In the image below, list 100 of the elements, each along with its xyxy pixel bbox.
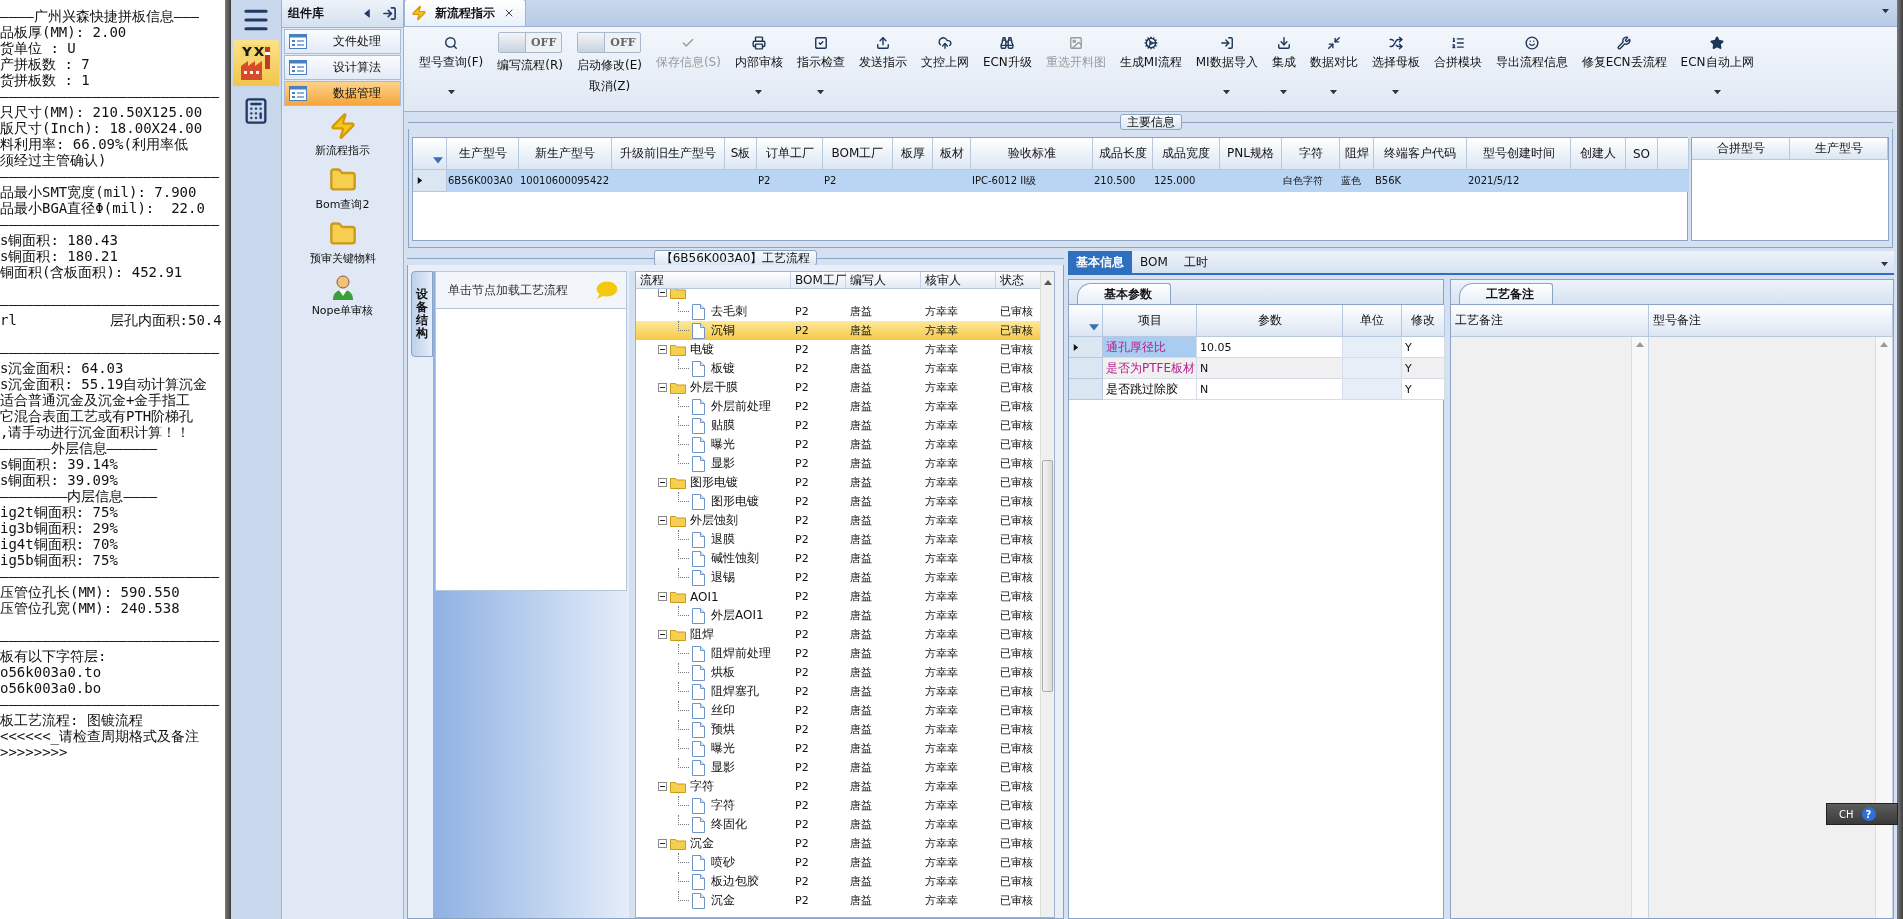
- column-header[interactable]: 验收标准: [971, 138, 1093, 170]
- toolbar-button[interactable]: 指示检查: [789, 27, 852, 111]
- help-icon[interactable]: ?: [1861, 807, 1876, 821]
- tab-label: 新流程指示: [435, 4, 495, 22]
- tree-cell-text: 方幸幸: [924, 627, 959, 642]
- toolbar-button[interactable]: 导出流程信息: [1488, 27, 1575, 111]
- column-header[interactable]: 工艺备注: [1451, 305, 1649, 337]
- tool-label[interactable]: 预审关键物料: [309, 251, 376, 266]
- tree-cell-text: 已审核: [999, 722, 1034, 737]
- remark-field[interactable]: [1649, 337, 1893, 918]
- collapse-icon[interactable]: [658, 592, 667, 601]
- column-header[interactable]: 新生产型号: [519, 138, 612, 170]
- column-header[interactable]: 成品长度: [1093, 138, 1153, 170]
- column-header[interactable]: 生产型号: [447, 138, 519, 170]
- column-header[interactable]: 流程: [636, 272, 791, 289]
- collapse-icon[interactable]: [658, 383, 667, 392]
- sub-tab[interactable]: 工艺备注: [1459, 283, 1553, 304]
- column-header[interactable]: 单位: [1343, 305, 1402, 337]
- nav-rail-button[interactable]: [233, 40, 279, 86]
- column-header[interactable]: 核审人: [921, 272, 996, 289]
- column-header[interactable]: 项目: [1103, 305, 1197, 337]
- language-bar[interactable]: CH ?: [1826, 803, 1898, 825]
- tab[interactable]: BOM: [1132, 251, 1176, 273]
- log-line: ——————————————————————————: [0, 296, 221, 312]
- collapse-icon[interactable]: [658, 516, 667, 525]
- toolbar-button[interactable]: 选择母板: [1364, 27, 1427, 111]
- column-header[interactable]: S板: [725, 138, 757, 170]
- step-name: 阻焊塞孔: [710, 683, 759, 700]
- tree-cell-text: 已审核: [999, 893, 1034, 908]
- toggle-switch[interactable]: OFF: [577, 32, 642, 53]
- toolbar-button[interactable]: 合拼模块: [1426, 27, 1489, 111]
- tree-cell-text: 唐益: [849, 646, 873, 661]
- toolbar-button[interactable]: 数据对比: [1302, 27, 1365, 111]
- tool-label[interactable]: 新流程指示: [315, 143, 370, 158]
- tab[interactable]: 基本信息: [1068, 251, 1132, 273]
- toolbar-button[interactable]: 发送指示: [851, 27, 914, 111]
- close-icon[interactable]: [503, 7, 515, 19]
- column-header[interactable]: 创建人: [1571, 138, 1626, 170]
- toolbar-button[interactable]: 型号查询(F): [412, 27, 491, 111]
- tree-row[interactable]: 沉铜 P2 唐益 方幸幸 已审核: [636, 321, 1040, 340]
- caret-icon: [1280, 89, 1288, 96]
- column-header[interactable]: 升级前旧生产型号: [612, 138, 725, 170]
- column-header[interactable]: 板厚: [893, 138, 933, 170]
- column-header[interactable]: BOM工厂: [823, 138, 893, 170]
- column-header[interactable]: 板材: [933, 138, 971, 170]
- step-name: 烘板: [710, 664, 735, 681]
- toolbar-button[interactable]: ECN升级: [975, 27, 1039, 111]
- column-header[interactable]: 修改: [1402, 305, 1445, 337]
- tree-cell-text: 唐益: [849, 418, 873, 433]
- column-header[interactable]: 状态: [996, 272, 1040, 289]
- column-header[interactable]: 型号创建时间: [1467, 138, 1571, 170]
- sub-tab[interactable]: 基本参数: [1077, 283, 1171, 304]
- side-tab[interactable]: 设备结构: [411, 271, 433, 357]
- step-name: 曝光: [710, 436, 735, 453]
- collapse-icon[interactable]: [658, 345, 667, 354]
- sort-corner-icon: [1089, 323, 1099, 333]
- document-tab[interactable]: 新流程指示: [404, 0, 526, 26]
- cancel-label[interactable]: 取消(Z): [588, 78, 631, 95]
- toolbar-button[interactable]: 集成: [1264, 27, 1303, 111]
- column-header[interactable]: 参数: [1197, 305, 1343, 337]
- toolbar-button[interactable]: ECN自动上网: [1673, 27, 1761, 111]
- collapse-icon[interactable]: [658, 839, 667, 848]
- tree-cell-text: 唐益: [849, 342, 873, 357]
- toolbar-button[interactable]: 生成MI流程: [1112, 27, 1189, 111]
- category-item[interactable]: 文件处理: [284, 29, 401, 54]
- scrollbar[interactable]: [1040, 272, 1054, 917]
- column-header[interactable]: 终端客户代码: [1374, 138, 1467, 170]
- login-icon: [1219, 36, 1234, 50]
- column-header[interactable]: 阻焊: [1340, 138, 1374, 170]
- column-header[interactable]: SO: [1626, 138, 1658, 170]
- toolbar-button[interactable]: 文控上网: [913, 27, 976, 111]
- category-item[interactable]: 设计算法: [284, 55, 401, 80]
- column-header[interactable]: 生产型号: [1790, 138, 1888, 160]
- column-header[interactable]: 订单工厂: [757, 138, 823, 170]
- column-header[interactable]: 编写人: [846, 272, 921, 289]
- collapse-icon[interactable]: [658, 782, 667, 791]
- column-header[interactable]: 字符: [1282, 138, 1340, 170]
- tree-cell-text: 方幸幸: [924, 475, 959, 490]
- column-header[interactable]: 型号备注: [1649, 305, 1893, 337]
- column-header[interactable]: PNL规格: [1220, 138, 1282, 170]
- toolbar-button[interactable]: MI数据导入: [1188, 27, 1265, 111]
- column-header[interactable]: 合拼型号: [1692, 138, 1790, 160]
- tool-label[interactable]: Bom查询2: [315, 197, 370, 212]
- tree-cell-text: 方幸幸: [924, 646, 959, 661]
- remark-field[interactable]: [1451, 337, 1649, 918]
- tab[interactable]: 工时: [1175, 251, 1216, 273]
- category-item[interactable]: 数据管理: [284, 81, 401, 106]
- collapse-icon[interactable]: [658, 478, 667, 487]
- toggle-switch[interactable]: OFF: [498, 32, 563, 53]
- tree-cell-text: 唐益: [849, 361, 873, 376]
- toolbar-button[interactable]: 修复ECN丢流程: [1574, 27, 1674, 111]
- column-header[interactable]: BOM工厂: [791, 272, 846, 289]
- login-icon[interactable]: [382, 6, 397, 21]
- collapse-icon[interactable]: [658, 289, 667, 297]
- collapse-icon[interactable]: [658, 630, 667, 639]
- document-icon: [692, 455, 705, 472]
- tool-label[interactable]: Nope单审核: [311, 303, 374, 318]
- column-header[interactable]: 成品宽度: [1153, 138, 1220, 170]
- toolbar-button[interactable]: 内部审核: [727, 27, 790, 111]
- log-line: 压管位孔长(MM): 590.550: [0, 584, 181, 600]
